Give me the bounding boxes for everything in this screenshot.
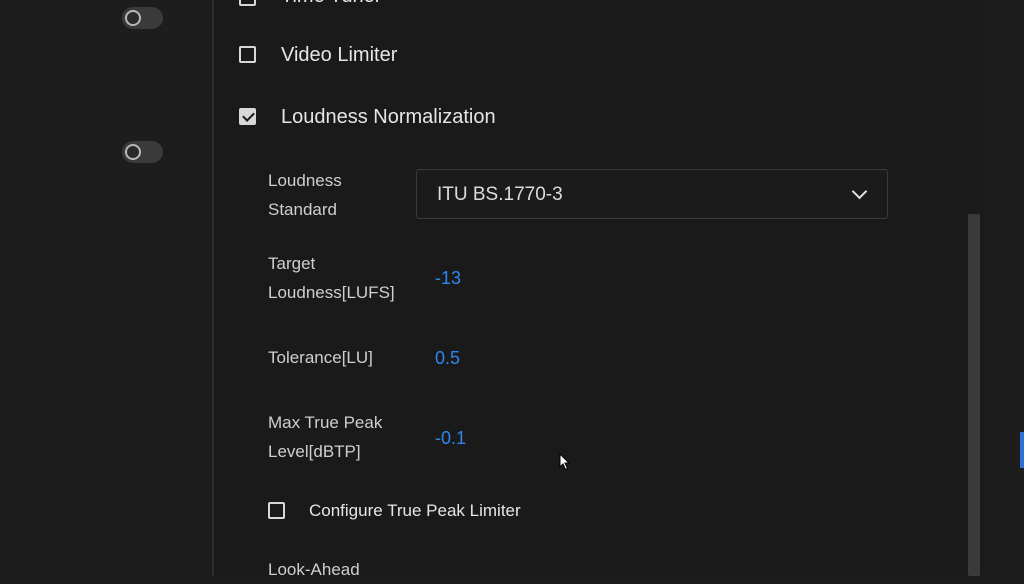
video-limiter-checkbox[interactable]: [239, 46, 256, 63]
toggle-switch-1[interactable]: [122, 7, 163, 29]
max-true-peak-label: Max True Peak Level[dBTP]: [268, 413, 383, 461]
max-true-peak-value[interactable]: -0.1: [435, 428, 466, 449]
toggle-knob: [125, 10, 141, 26]
mouse-pointer-icon: [559, 453, 571, 471]
time-tuner-label: Time Tuner: [281, 0, 381, 8]
loudness-normalization-checkbox[interactable]: [239, 108, 256, 125]
toggle-knob: [125, 144, 141, 160]
selection-marker: [1020, 432, 1024, 468]
chevron-down-icon: [851, 183, 868, 200]
right-panel-edge: [984, 0, 1024, 576]
tolerance-value[interactable]: 0.5: [435, 348, 460, 369]
time-tuner-checkbox[interactable]: [239, 0, 256, 6]
left-panel: [0, 0, 212, 576]
toggle-switch-2[interactable]: [122, 141, 163, 163]
look-ahead-label: Look-Ahead: [268, 560, 360, 579]
loudness-standard-value: ITU BS.1770-3: [437, 184, 563, 205]
target-loudness-value[interactable]: -13: [435, 268, 461, 289]
target-loudness-label: Target Loudness[LUFS]: [268, 254, 395, 302]
video-limiter-label: Video Limiter: [281, 44, 398, 66]
scrollbar[interactable]: [968, 214, 980, 576]
checkmark-icon: [242, 109, 255, 122]
loudness-standard-dropdown[interactable]: ITU BS.1770-3: [416, 169, 888, 219]
configure-true-peak-limiter-checkbox[interactable]: [268, 502, 285, 519]
loudness-standard-label: Loudness Standard: [268, 171, 342, 219]
configure-true-peak-limiter-label: Configure True Peak Limiter: [309, 501, 521, 520]
loudness-normalization-label: Loudness Normalization: [281, 106, 496, 128]
tolerance-label: Tolerance[LU]: [268, 348, 373, 367]
